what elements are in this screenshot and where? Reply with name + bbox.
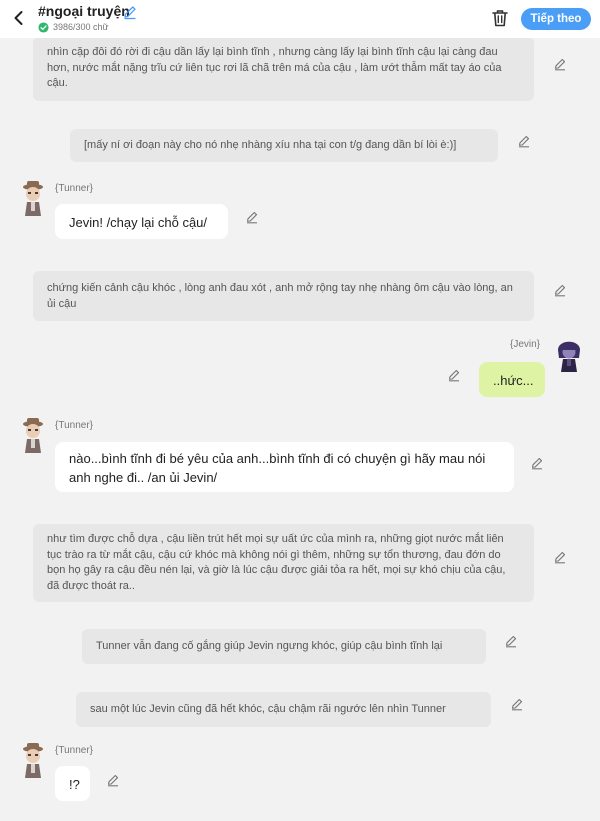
pencil-icon[interactable] [553, 57, 567, 71]
word-count: 3986/300 chữ [53, 22, 109, 32]
chat-bubble[interactable]: nào...bình tĩnh đi bé yêu của anh...bình… [55, 442, 514, 492]
check-circle-icon [38, 22, 49, 33]
chevron-left-icon[interactable] [10, 9, 28, 27]
chat-bubble[interactable]: !? [55, 766, 90, 801]
chat-bubble[interactable]: Jevin! /chạy lại chỗ cậu/ [55, 204, 228, 239]
avatar-tunner[interactable] [16, 742, 50, 780]
pencil-icon[interactable] [122, 4, 138, 20]
trash-icon[interactable] [490, 8, 510, 28]
pencil-icon[interactable] [106, 773, 120, 787]
avatar-tunner[interactable] [16, 180, 50, 218]
speaker-name: {Tunner} [55, 183, 93, 194]
pencil-icon[interactable] [245, 210, 259, 224]
pencil-icon[interactable] [553, 550, 567, 564]
pencil-icon[interactable] [510, 697, 524, 711]
pencil-icon[interactable] [553, 283, 567, 297]
speaker-name: {Jevin} [510, 339, 541, 350]
narration-message[interactable]: Tunner vẫn đang cố gắng giúp Jevin ngưng… [82, 629, 486, 664]
pencil-icon[interactable] [447, 368, 461, 382]
pencil-icon[interactable] [530, 456, 544, 470]
next-button[interactable]: Tiếp theo [521, 8, 591, 30]
pencil-icon[interactable] [517, 134, 531, 148]
avatar-jevin[interactable] [552, 336, 586, 374]
narration-message[interactable]: như tìm được chỗ dựa , cậu liền trút hết… [33, 524, 534, 602]
narration-message[interactable]: nhìn cặp đôi đó rời đi cậu dần lấy lại b… [33, 37, 534, 101]
page-title: #ngoại truyện [38, 3, 130, 19]
avatar-tunner[interactable] [16, 417, 50, 455]
speaker-name: {Tunner} [55, 745, 93, 756]
narration-message[interactable]: chứng kiến cảnh cậu khóc , lòng anh đau … [33, 271, 534, 321]
top-bar: #ngoại truyện 3986/300 chữ Tiếp theo [0, 0, 600, 38]
narration-message[interactable]: sau một lúc Jevin cũng đã hết khóc, cậu … [76, 692, 491, 727]
narration-message[interactable]: [mấy ní ơi đoạn này cho nó nhẹ nhàng xíu… [70, 129, 498, 162]
pencil-icon[interactable] [504, 634, 518, 648]
chat-bubble[interactable]: ..hức... [479, 362, 545, 397]
speaker-name: {Tunner} [55, 420, 93, 431]
